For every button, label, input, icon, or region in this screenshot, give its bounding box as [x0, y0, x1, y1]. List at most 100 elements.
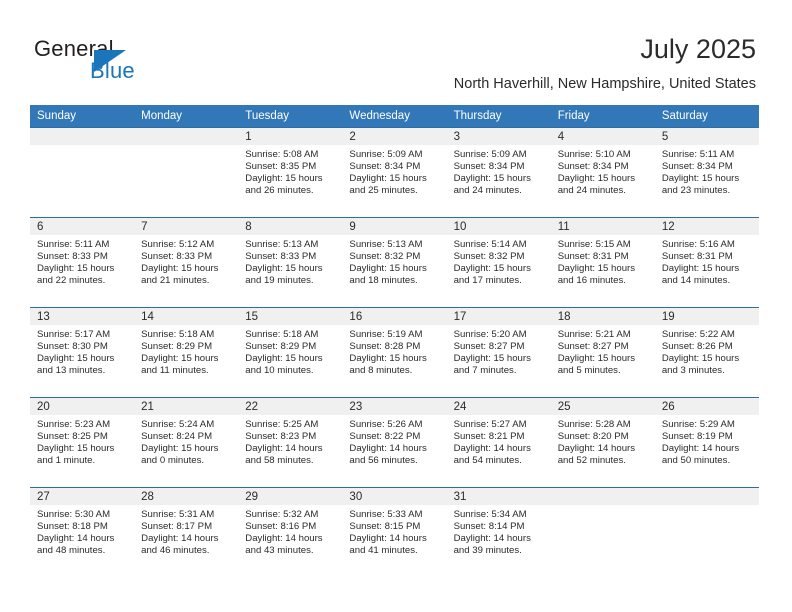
day-number: 25 — [550, 398, 655, 415]
daylight-text: Daylight: 15 hours and 0 minutes. — [141, 443, 219, 467]
day-number — [30, 128, 135, 145]
day-number: 6 — [30, 218, 135, 235]
calendar-day-cell[interactable]: 22 Sunrise: 5:25 AM Sunset: 8:23 PM Dayligh… — [238, 397, 343, 488]
sunset-text: Sunset: 8:31 PM — [557, 251, 629, 263]
calendar-day-cell[interactable]: 9 Sunrise: 5:13 AM Sunset: 8:32 PM Daylight… — [342, 217, 447, 308]
day-cell-content: 29 Sunrise: 5:32 AM Sunset: 8:16 PM Dayligh… — [238, 488, 343, 577]
daylight-text: Daylight: 15 hours and 14 minutes. — [661, 263, 740, 287]
calendar-day-cell[interactable]: 31 Sunrise: 5:34 AM Sunset: 8:14 PM Dayligh… — [446, 487, 551, 578]
calendar-week-row: 20 Sunrise: 5:23 AM Sunset: 8:25 PM Dayligh… — [30, 397, 759, 488]
sunrise-text: Sunrise: 5:18 AM — [141, 329, 215, 340]
day-number: 5 — [654, 128, 759, 145]
daylight-text: Daylight: 15 hours and 19 minutes. — [245, 263, 323, 287]
sunrise-text: Sunrise: 5:20 AM — [453, 329, 527, 340]
day-cell-content: 21 Sunrise: 5:24 AM Sunset: 8:24 PM Dayligh… — [134, 398, 239, 487]
daylight-text: Daylight: 15 hours and 25 minutes. — [349, 173, 427, 197]
day-cell-content: 19 Sunrise: 5:22 AM Sunset: 8:26 PM Dayligh… — [654, 308, 759, 397]
day-cell-content: 10 Sunrise: 5:14 AM Sunset: 8:32 PM Dayligh… — [446, 218, 551, 307]
calendar-day-cell[interactable]: 26 Sunrise: 5:29 AM Sunset: 8:19 PM Dayligh… — [654, 397, 759, 488]
sunset-text: Sunset: 8:20 PM — [557, 431, 629, 443]
day-sun-info: Sunrise: 5:18 AM Sunset: 8:29 PM Daylight:… — [134, 325, 238, 377]
calendar-day-cell[interactable]: 19 Sunrise: 5:22 AM Sunset: 8:26 PM Dayligh… — [654, 307, 759, 398]
calendar-day-cell[interactable]: 24 Sunrise: 5:27 AM Sunset: 8:21 PM Dayligh… — [446, 397, 551, 488]
daylight-text: Daylight: 15 hours and 16 minutes. — [557, 263, 636, 287]
day-number: 4 — [550, 128, 655, 145]
sunset-text: Sunset: 8:32 PM — [453, 251, 525, 263]
calendar-day-cell[interactable]: 5 Sunrise: 5:11 AM Sunset: 8:34 PM Daylight… — [654, 127, 759, 218]
sunset-text: Sunset: 8:19 PM — [661, 431, 733, 443]
day-cell-content: 30 Sunrise: 5:33 AM Sunset: 8:15 PM Dayligh… — [342, 488, 447, 577]
daylight-text: Daylight: 15 hours and 10 minutes. — [245, 353, 323, 377]
day-cell-content: 16 Sunrise: 5:19 AM Sunset: 8:28 PM Dayligh… — [342, 308, 447, 397]
day-sun-info: Sunrise: 5:29 AM Sunset: 8:19 PM Daylight:… — [655, 415, 759, 467]
calendar-day-cell[interactable]: 30 Sunrise: 5:33 AM Sunset: 8:15 PM Dayligh… — [342, 487, 447, 578]
daylight-text: Daylight: 14 hours and 52 minutes. — [557, 443, 636, 467]
sunrise-text: Sunrise: 5:19 AM — [349, 329, 423, 340]
day-number: 21 — [134, 398, 239, 415]
daylight-text: Daylight: 14 hours and 50 minutes. — [661, 443, 740, 467]
calendar-day-cell[interactable]: 1 Sunrise: 5:08 AM Sunset: 8:35 PM Daylight… — [238, 127, 343, 218]
sunrise-text: Sunrise: 5:18 AM — [245, 329, 319, 340]
page-header: General Blue July 2025 North Haverhill, … — [0, 0, 792, 100]
sunset-text: Sunset: 8:26 PM — [661, 341, 733, 353]
day-cell-content: 5 Sunrise: 5:11 AM Sunset: 8:34 PM Daylight… — [654, 128, 759, 217]
calendar-day-cell[interactable]: 7 Sunrise: 5:12 AM Sunset: 8:33 PM Daylight… — [134, 217, 239, 308]
sunset-text: Sunset: 8:29 PM — [141, 341, 213, 353]
day-cell-content: 25 Sunrise: 5:28 AM Sunset: 8:20 PM Dayligh… — [550, 398, 655, 487]
calendar-day-cell[interactable]: 14 Sunrise: 5:18 AM Sunset: 8:29 PM Dayligh… — [134, 307, 239, 398]
calendar-body: 1 Sunrise: 5:08 AM Sunset: 8:35 PM Daylight… — [30, 127, 759, 578]
daylight-text: Daylight: 15 hours and 18 minutes. — [349, 263, 427, 287]
sunrise-text: Sunrise: 5:10 AM — [557, 149, 631, 160]
calendar-day-cell[interactable]: 28 Sunrise: 5:31 AM Sunset: 8:17 PM Dayligh… — [134, 487, 239, 578]
calendar-day-cell[interactable]: 8 Sunrise: 5:13 AM Sunset: 8:33 PM Daylight… — [238, 217, 343, 308]
day-number — [550, 488, 655, 505]
calendar-day-cell[interactable]: 17 Sunrise: 5:20 AM Sunset: 8:27 PM Dayligh… — [446, 307, 551, 398]
daylight-text: Daylight: 15 hours and 5 minutes. — [557, 353, 636, 377]
sunrise-text: Sunrise: 5:25 AM — [245, 419, 319, 430]
day-sun-info: Sunrise: 5:19 AM Sunset: 8:28 PM Daylight:… — [342, 325, 446, 377]
day-sun-info: Sunrise: 5:23 AM Sunset: 8:25 PM Daylight:… — [30, 415, 134, 467]
calendar-header-row: Sunday Monday Tuesday Wednesday Thursday… — [30, 105, 759, 128]
sunset-text: Sunset: 8:15 PM — [349, 521, 421, 533]
day-number: 28 — [134, 488, 239, 505]
calendar-day-cell[interactable]: 27 Sunrise: 5:30 AM Sunset: 8:18 PM Dayligh… — [30, 487, 135, 578]
calendar-day-cell[interactable]: 20 Sunrise: 5:23 AM Sunset: 8:25 PM Dayligh… — [30, 397, 135, 488]
day-cell-content: 15 Sunrise: 5:18 AM Sunset: 8:29 PM Dayligh… — [238, 308, 343, 397]
day-number: 27 — [30, 488, 135, 505]
calendar-day-cell[interactable]: 23 Sunrise: 5:26 AM Sunset: 8:22 PM Dayligh… — [342, 397, 447, 488]
sunset-text: Sunset: 8:29 PM — [245, 341, 317, 353]
sunrise-text: Sunrise: 5:15 AM — [557, 239, 631, 250]
calendar-day-cell[interactable]: 21 Sunrise: 5:24 AM Sunset: 8:24 PM Dayligh… — [134, 397, 239, 488]
calendar-day-cell[interactable]: 13 Sunrise: 5:17 AM Sunset: 8:30 PM Dayligh… — [30, 307, 135, 398]
day-number: 11 — [550, 218, 655, 235]
general-blue-logo[interactable]: General Blue — [34, 36, 234, 88]
calendar-day-cell[interactable]: 2 Sunrise: 5:09 AM Sunset: 8:34 PM Daylight… — [342, 127, 447, 218]
day-sun-info: Sunrise: 5:13 AM Sunset: 8:32 PM Daylight:… — [342, 235, 446, 287]
calendar-day-cell[interactable]: 29 Sunrise: 5:32 AM Sunset: 8:16 PM Dayligh… — [238, 487, 343, 578]
day-sun-info: Sunrise: 5:34 AM Sunset: 8:14 PM Daylight:… — [447, 505, 551, 557]
sunset-text: Sunset: 8:33 PM — [245, 251, 317, 263]
calendar-day-cell[interactable]: 18 Sunrise: 5:21 AM Sunset: 8:27 PM Dayligh… — [550, 307, 655, 398]
day-number: 24 — [446, 398, 551, 415]
daylight-text: Daylight: 15 hours and 7 minutes. — [453, 353, 531, 377]
calendar-day-cell[interactable]: 25 Sunrise: 5:28 AM Sunset: 8:20 PM Dayligh… — [550, 397, 655, 488]
calendar-day-cell[interactable]: 10 Sunrise: 5:14 AM Sunset: 8:32 PM Dayligh… — [446, 217, 551, 308]
daylight-text: Daylight: 14 hours and 46 minutes. — [141, 533, 219, 557]
sunrise-text: Sunrise: 5:17 AM — [37, 329, 111, 340]
calendar-day-cell[interactable]: 6 Sunrise: 5:11 AM Sunset: 8:33 PM Daylight… — [30, 217, 135, 308]
calendar-day-cell[interactable]: 16 Sunrise: 5:19 AM Sunset: 8:28 PM Dayligh… — [342, 307, 447, 398]
sunset-text: Sunset: 8:25 PM — [37, 431, 108, 443]
calendar-day-cell[interactable]: 12 Sunrise: 5:16 AM Sunset: 8:31 PM Dayligh… — [654, 217, 759, 308]
day-number: 9 — [342, 218, 447, 235]
sunset-text: Sunset: 8:18 PM — [37, 521, 108, 533]
calendar-day-cell[interactable]: 11 Sunrise: 5:15 AM Sunset: 8:31 PM Dayligh… — [550, 217, 655, 308]
sunrise-text: Sunrise: 5:32 AM — [245, 509, 319, 520]
day-cell-content: 2 Sunrise: 5:09 AM Sunset: 8:34 PM Daylight… — [342, 128, 447, 217]
calendar-day-cell[interactable]: 15 Sunrise: 5:18 AM Sunset: 8:29 PM Dayligh… — [238, 307, 343, 398]
daylight-text: Daylight: 14 hours and 41 minutes. — [349, 533, 427, 557]
sunrise-text: Sunrise: 5:16 AM — [661, 239, 735, 250]
calendar-day-cell[interactable]: 4 Sunrise: 5:10 AM Sunset: 8:34 PM Daylight… — [550, 127, 655, 218]
calendar-empty-cell — [30, 127, 135, 218]
day-cell-content: 14 Sunrise: 5:18 AM Sunset: 8:29 PM Dayligh… — [134, 308, 239, 397]
calendar-day-cell[interactable]: 3 Sunrise: 5:09 AM Sunset: 8:34 PM Daylight… — [446, 127, 551, 218]
